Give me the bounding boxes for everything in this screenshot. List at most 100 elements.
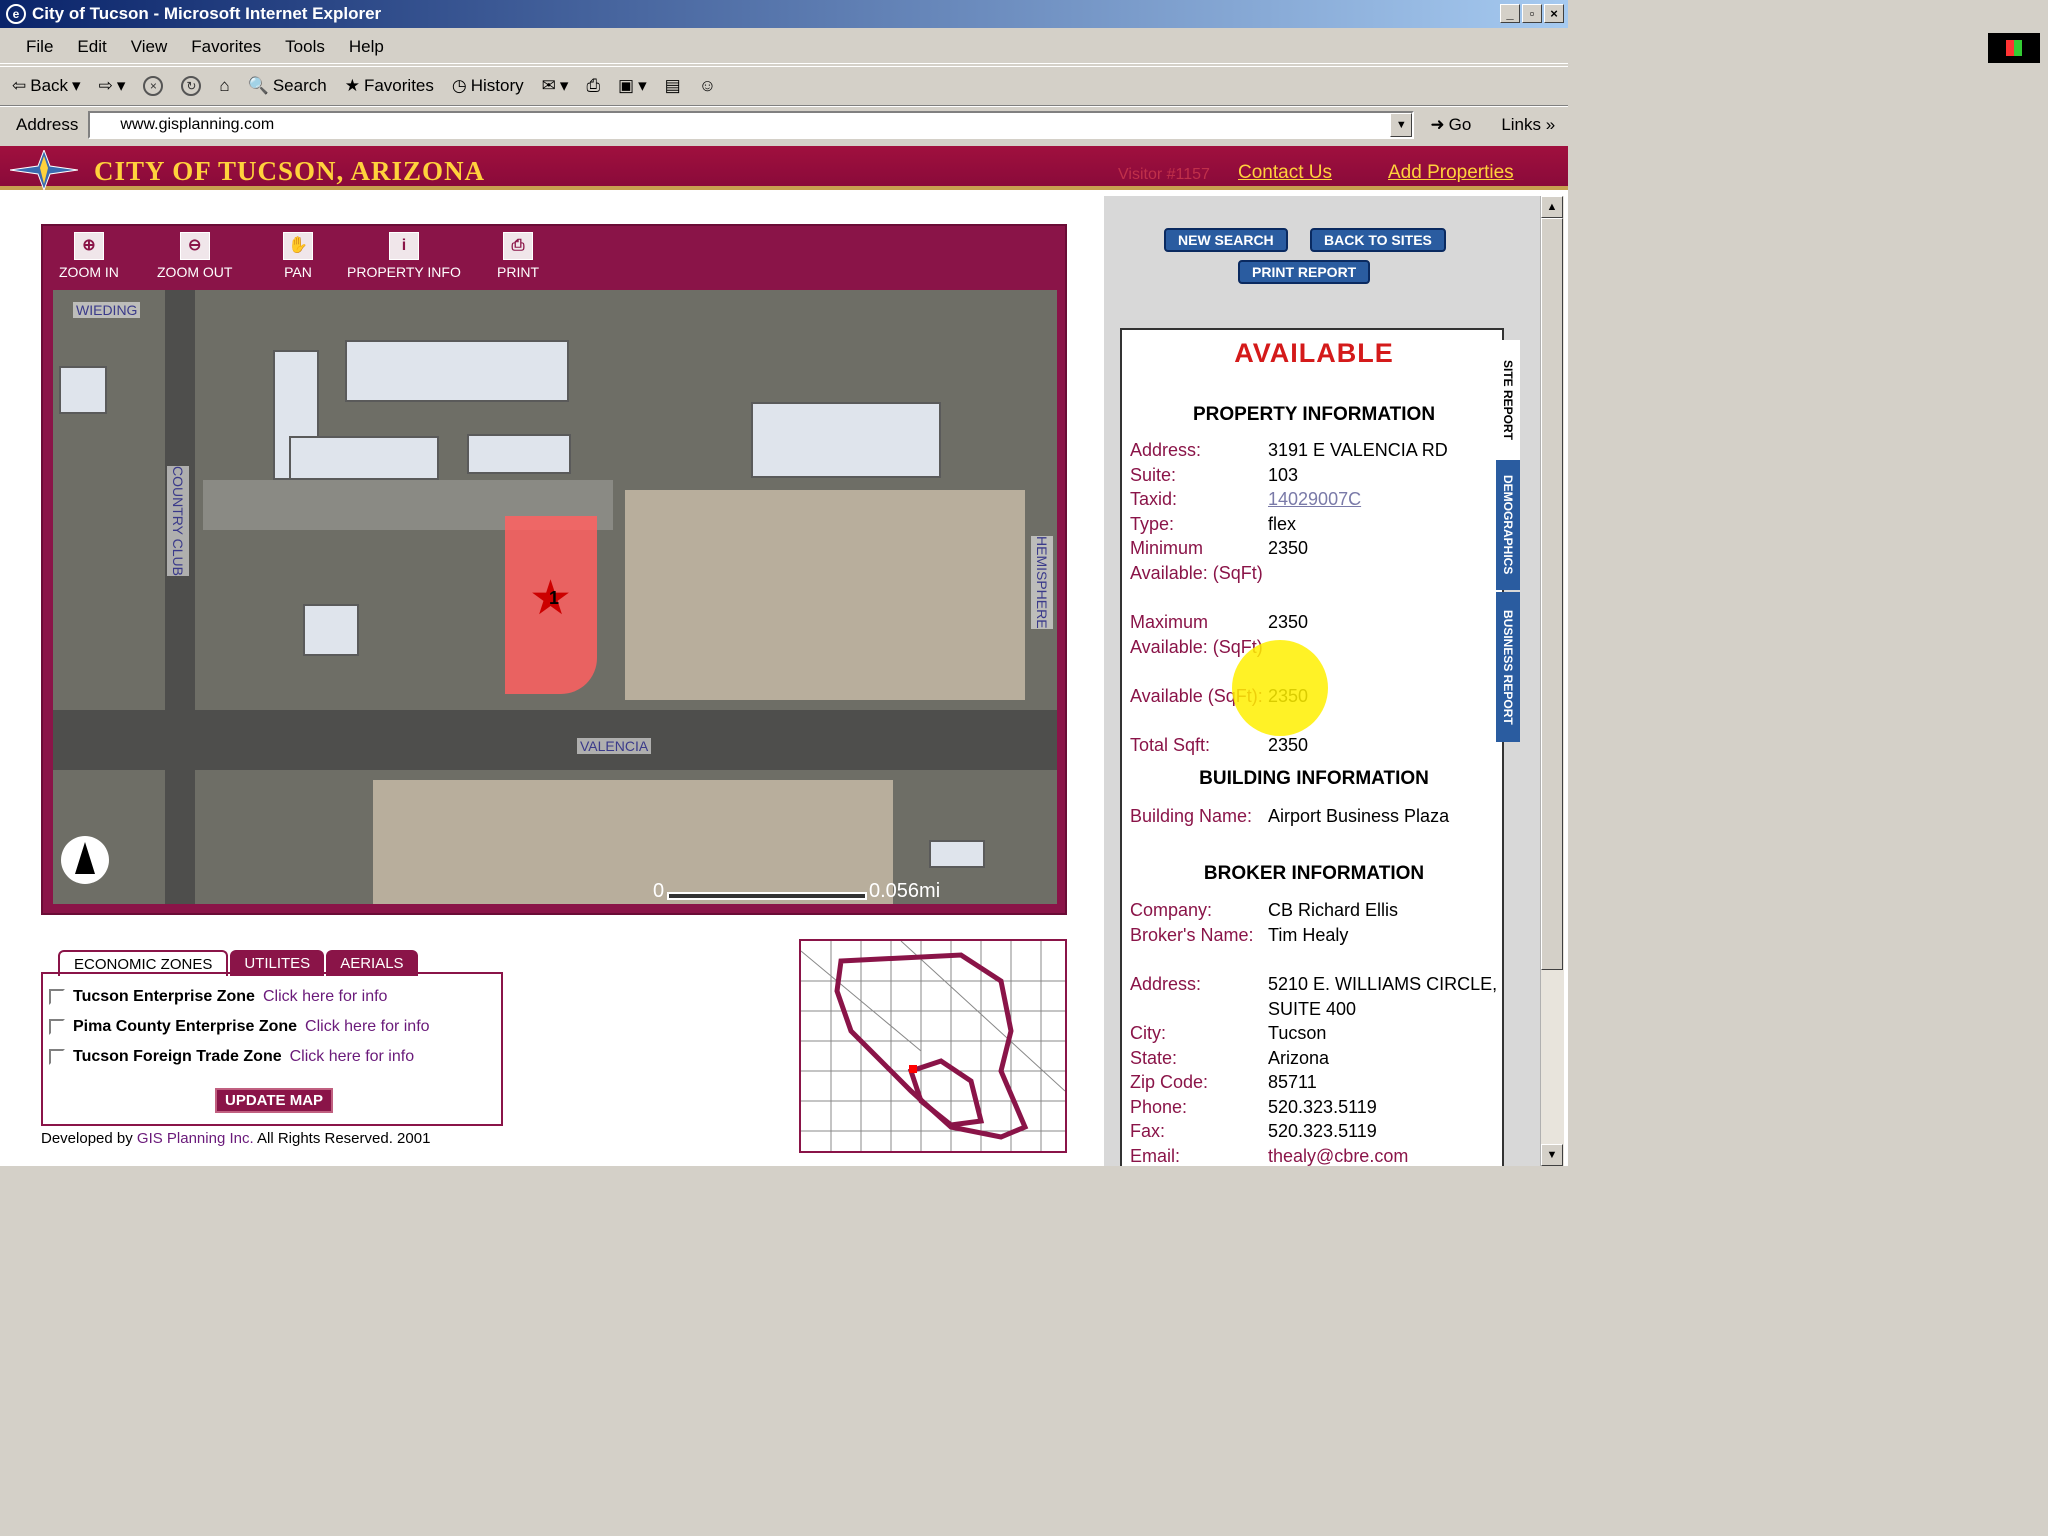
print-toolbar-button[interactable]: ⎙ (586, 76, 600, 96)
broker-email-link[interactable]: thealy@cbre.com (1268, 1144, 1498, 1166)
favorites-button[interactable]: ★ Favorites (345, 76, 434, 96)
field-label: Suite: (1130, 465, 1177, 485)
close-button[interactable]: × (1544, 4, 1564, 23)
back-button[interactable]: ⇦ Back ▾ (12, 76, 81, 96)
back-arrow-icon: ⇦ (12, 76, 27, 95)
home-button[interactable]: ⌂ (219, 76, 229, 96)
forward-button[interactable]: ⇨ ▾ (99, 76, 126, 96)
address-label: Address (16, 114, 79, 134)
building-center (467, 434, 571, 474)
menu-edit[interactable]: Edit (65, 33, 118, 61)
scroll-up-icon[interactable]: ▲ (1541, 196, 1563, 218)
refresh-button[interactable]: ↻ (181, 76, 202, 96)
field-value: 2350 (1268, 538, 1309, 558)
edit-button[interactable]: ▣ ▾ (618, 76, 647, 96)
zone-checkbox[interactable] (49, 989, 65, 1005)
zoom-in-label: ZOOM IN (59, 264, 119, 280)
street-label-country-club: COUNTRY CLUB (167, 466, 189, 576)
site-banner: CITY OF TUCSON, ARIZONA Visitor #1157 Co… (0, 146, 1568, 190)
zone-row: Tucson Enterprise Zone Click here for in… (49, 988, 387, 1006)
zone-info-link[interactable]: Click here for info (290, 1048, 415, 1066)
aerial-map[interactable]: ★ 1 WIEDING COUNTRY CLUB HEMISPHERE VALE… (53, 290, 1057, 904)
street-label-hemisphere: HEMISPHERE (1031, 536, 1053, 629)
address-bar: Address www.gisplanning.com ▼ ➜ Go Links … (0, 106, 1568, 142)
minimize-button[interactable]: _ (1500, 4, 1520, 23)
address-dropdown-icon[interactable]: ▼ (1390, 112, 1413, 137)
field-label: State: (1130, 1048, 1178, 1068)
street-label-valencia: VALENCIA (577, 738, 652, 754)
page-scrollbar[interactable]: ▲ ▼ (1540, 196, 1564, 1166)
zoom-in-icon: ⊕ (73, 232, 104, 260)
menu-help[interactable]: Help (337, 33, 396, 61)
go-arrow-icon: ➜ (1430, 114, 1445, 134)
favorites-icon: ★ (344, 76, 360, 95)
overview-map-graphic (801, 941, 1065, 1151)
economic-zones-panel: Tucson Enterprise Zone Click here for in… (41, 972, 503, 1126)
discuss-button[interactable]: ▤ (665, 76, 681, 96)
print-label: PRINT (497, 264, 539, 280)
window-titlebar: e City of Tucson - Microsoft Internet Ex… (0, 0, 1568, 28)
footer-company-link[interactable]: GIS Planning Inc. (137, 1130, 254, 1147)
back-label: Back (30, 76, 69, 95)
property-info-tool[interactable]: i PROPERTY INFO (347, 232, 461, 280)
history-button[interactable]: ◷ History (452, 76, 524, 96)
property-marker-number: 1 (549, 588, 560, 608)
zoom-out-icon: ⊖ (179, 232, 210, 260)
broker-info-heading: BROKER INFORMATION (1203, 863, 1425, 884)
links-button[interactable]: Links » (1501, 115, 1555, 135)
back-to-sites-button[interactable]: BACK TO SITES (1310, 228, 1446, 252)
new-search-button[interactable]: NEW SEARCH (1164, 228, 1288, 252)
field-value: 85711 (1268, 1072, 1317, 1092)
tab-business-report[interactable]: BUSINESS REPORT (1496, 592, 1520, 742)
page-viewport: CITY OF TUCSON, ARIZONA Visitor #1157 Co… (0, 146, 1568, 1166)
field-label: Address: (1130, 440, 1202, 460)
field-label: Maximum Available: (SqFt) (1130, 612, 1263, 657)
update-map-button[interactable]: UPDATE MAP (215, 1088, 334, 1113)
messenger-button[interactable]: ☺ (699, 76, 716, 96)
overview-minimap[interactable] (799, 939, 1067, 1153)
zoom-out-tool[interactable]: ⊖ ZOOM OUT (157, 232, 232, 280)
street-label-wieding: WIEDING (73, 302, 141, 318)
field-value: flex (1268, 514, 1297, 534)
scroll-thumb[interactable] (1541, 218, 1563, 970)
footer-prefix: Developed by (41, 1130, 133, 1147)
search-button[interactable]: 🔍 Search (248, 76, 327, 96)
discuss-icon: ▤ (664, 76, 681, 95)
menu-tools[interactable]: Tools (273, 33, 337, 61)
zone-checkbox[interactable] (49, 1019, 65, 1035)
add-properties-link[interactable]: Add Properties (1388, 162, 1514, 184)
zoom-out-label: ZOOM OUT (157, 264, 233, 280)
tab-demographics[interactable]: DEMOGRAPHICS (1496, 460, 1520, 590)
vacant-land (625, 490, 1025, 700)
print-report-button[interactable]: PRINT REPORT (1238, 260, 1371, 284)
contact-us-link[interactable]: Contact Us (1238, 162, 1332, 184)
zone-info-link[interactable]: Click here for info (305, 1018, 430, 1036)
menu-favorites[interactable]: Favorites (179, 33, 273, 61)
print-tool[interactable]: ⎙ PRINT (497, 232, 539, 280)
scale-bar (667, 892, 867, 900)
windows-logo-icon (1988, 33, 2040, 63)
stop-button[interactable]: × (143, 76, 164, 96)
stop-icon: × (143, 76, 164, 96)
zone-checkbox[interactable] (49, 1049, 65, 1065)
taxid-link[interactable]: 14029007C (1268, 487, 1498, 512)
scroll-down-icon[interactable]: ▼ (1541, 1144, 1563, 1166)
zoom-in-tool[interactable]: ⊕ ZOOM IN (59, 232, 119, 280)
mail-button[interactable]: ✉ ▾ (542, 76, 569, 96)
field-label: City: (1130, 1023, 1166, 1043)
field-label: Type: (1130, 514, 1175, 534)
printer-icon: ⎙ (586, 76, 601, 95)
messenger-icon: ☺ (698, 76, 717, 95)
menu-file[interactable]: File (14, 33, 65, 61)
footer-suffix: All Rights Reserved. 2001 (256, 1130, 431, 1147)
property-info-label: PROPERTY INFO (347, 264, 461, 280)
pan-tool[interactable]: ✋ PAN (283, 232, 313, 280)
go-label: Go (1448, 114, 1472, 134)
zone-info-link[interactable]: Click here for info (263, 988, 388, 1006)
vacant-land-south (373, 780, 893, 904)
restore-button[interactable]: ▫ (1522, 4, 1542, 23)
zone-name: Tucson Foreign Trade Zone (73, 1048, 282, 1065)
go-button[interactable]: ➜ Go (1430, 115, 1471, 135)
menu-view[interactable]: View (119, 33, 180, 61)
address-input[interactable]: www.gisplanning.com ▼ (88, 110, 1415, 139)
